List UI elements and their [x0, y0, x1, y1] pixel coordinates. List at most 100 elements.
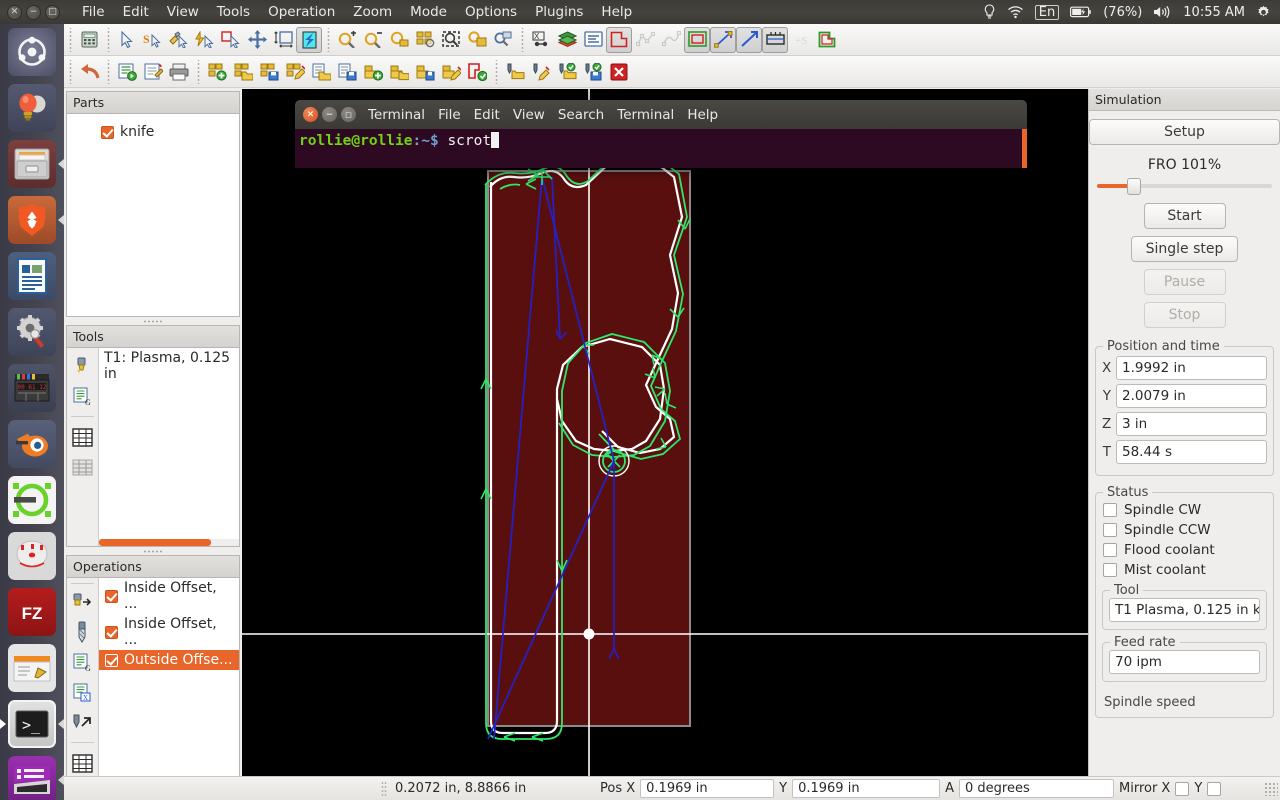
table-icon[interactable] — [67, 748, 97, 778]
pan-button[interactable] — [244, 27, 270, 53]
checkbox-icon[interactable] — [1103, 563, 1117, 577]
launcher-item-system-tools[interactable] — [0, 304, 64, 360]
checkbox-icon[interactable] — [105, 590, 118, 603]
checkbox-icon[interactable] — [105, 626, 118, 639]
open-operation-button[interactable] — [386, 59, 412, 85]
setup-button[interactable]: Setup — [1089, 119, 1280, 145]
edit-script-button[interactable] — [140, 59, 166, 85]
checkbox-icon[interactable] — [101, 126, 114, 139]
x-value[interactable]: 1.9992 in — [1116, 356, 1267, 380]
paint-select-button[interactable] — [166, 27, 192, 53]
tools-horizontal-scrollbar[interactable] — [99, 539, 239, 546]
launcher-item-media-player[interactable] — [0, 752, 64, 800]
launcher-item-video-editor[interactable]: 00 61 12 — [0, 360, 64, 416]
toolbar-row-1[interactable]: S — [64, 24, 1280, 56]
save-part-button[interactable] — [256, 59, 282, 85]
list-item[interactable]: knife — [67, 122, 239, 142]
panel-splitter[interactable] — [66, 547, 240, 555]
close-button[interactable] — [606, 59, 632, 85]
menu-tools[interactable]: Tools — [208, 2, 259, 22]
fro-slider[interactable] — [1097, 179, 1272, 193]
menu-mode[interactable]: Mode — [401, 2, 456, 22]
launcher-item-filezilla[interactable]: FZ — [0, 584, 64, 640]
keyboard-layout-indicator[interactable]: En — [1035, 5, 1059, 20]
parts-list[interactable]: knife — [67, 114, 239, 316]
edit-tool-button[interactable] — [528, 59, 554, 85]
toolbar-grip[interactable] — [67, 60, 74, 84]
print-button[interactable] — [166, 59, 192, 85]
toolbar-grip[interactable] — [105, 60, 112, 84]
terminal-titlebar[interactable]: ✕ − □ Terminal File Edit View Search Ter… — [295, 100, 1027, 129]
field-x[interactable]: X 1.9992 in — [1102, 356, 1267, 380]
toolbar-grip[interactable] — [67, 28, 74, 52]
menu-view[interactable]: View — [158, 2, 208, 22]
list-item[interactable]: Inside Offset, ... — [99, 614, 239, 650]
launcher-item-blender[interactable] — [0, 416, 64, 472]
menu-operation[interactable]: Operation — [259, 2, 344, 22]
menu-options[interactable]: Options — [456, 2, 526, 22]
menu-help[interactable]: Help — [592, 2, 641, 22]
lead-in-button[interactable] — [710, 27, 736, 53]
terminal-menu-terminal[interactable]: Terminal — [368, 107, 425, 123]
contour-button[interactable] — [814, 27, 840, 53]
system-tray[interactable]: En (76%) 10:55 AM — [983, 4, 1280, 20]
wifi-icon[interactable] — [1007, 5, 1024, 19]
launcher-item-file-manager[interactable] — [0, 136, 64, 192]
properties-button[interactable] — [580, 27, 606, 53]
tool-library-button[interactable] — [554, 59, 580, 85]
open-tool-button[interactable] — [502, 59, 528, 85]
outside-offset-button[interactable] — [606, 27, 632, 53]
field-z[interactable]: Z 3 in — [1102, 412, 1267, 436]
pocket-button[interactable] — [684, 27, 710, 53]
menu-plugins[interactable]: Plugins — [526, 2, 592, 22]
edit-operation-button[interactable] — [438, 59, 464, 85]
checkbox-mist-coolant[interactable]: Mist coolant — [1103, 562, 1266, 578]
tool-new-icon[interactable] — [67, 351, 97, 381]
launcher-item-terminal[interactable]: >_ — [0, 696, 64, 752]
terminal-scrollbar[interactable] — [1022, 129, 1027, 168]
toolpath-view-button[interactable]: X — [528, 27, 554, 53]
window-resize-grip[interactable] — [1264, 782, 1278, 796]
terminal-menu-view[interactable]: View — [513, 107, 545, 123]
quick-select-button[interactable] — [192, 27, 218, 53]
y-value[interactable]: 2.0079 in — [1116, 384, 1267, 408]
field-t[interactable]: T 58.44 s — [1102, 440, 1267, 464]
feed-rate-value[interactable]: 70 ipm — [1109, 650, 1260, 674]
tabs-button[interactable] — [762, 27, 788, 53]
toolbar-grip[interactable] — [105, 28, 112, 52]
toolbar-grip[interactable] — [519, 28, 526, 52]
pause-button[interactable]: Pause — [1144, 269, 1226, 295]
lead-icon[interactable] — [67, 707, 97, 737]
polyline-button[interactable] — [632, 27, 658, 53]
import-dxf-button[interactable] — [308, 59, 334, 85]
toolpath-canvas[interactable] — [242, 89, 1088, 777]
checkbox-icon[interactable] — [1103, 523, 1117, 537]
lead-line-button[interactable] — [736, 27, 762, 53]
menu-zoom[interactable]: Zoom — [344, 2, 401, 22]
angle-input[interactable]: 0 degrees — [959, 779, 1114, 798]
menu-bar[interactable]: File Edit View Tools Operation Zoom Mode… — [73, 2, 641, 22]
cam-viewport[interactable] — [242, 89, 1088, 800]
close-icon[interactable]: ✕ — [7, 5, 22, 20]
operations-list[interactable]: Inside Offset, ... Inside Offset, ... Ou… — [99, 578, 239, 799]
tools-side-toolbar[interactable]: G — [67, 348, 99, 546]
volume-icon[interactable] — [1153, 5, 1172, 19]
new-part-button[interactable] — [204, 59, 230, 85]
checkbox-icon[interactable] — [105, 654, 118, 667]
toolbar-grip[interactable] — [493, 60, 500, 84]
measure-button[interactable] — [270, 27, 296, 53]
launcher-item-brave-browser[interactable] — [0, 192, 64, 248]
snap-button[interactable]: +S — [788, 27, 814, 53]
list-item[interactable]: Inside Offset, ... — [99, 578, 239, 614]
unity-launcher[interactable]: 00 61 12 FZ >_ — [0, 24, 64, 800]
terminal-menu-help[interactable]: Help — [687, 107, 718, 123]
checkbox-icon[interactable] — [1103, 503, 1117, 517]
terminal-menu-file[interactable]: File — [438, 107, 461, 123]
terminal-window[interactable]: ✕ − □ Terminal File Edit View Search Ter… — [295, 100, 1027, 168]
status-grip[interactable] — [381, 781, 387, 797]
delete-operation-button[interactable] — [464, 59, 490, 85]
checkbox-spindle-ccw[interactable]: Spindle CCW — [1103, 522, 1266, 538]
z-value[interactable]: 3 in — [1116, 412, 1267, 436]
tool-value[interactable]: T1 Plasma, 0.125 in k — [1109, 598, 1260, 622]
export-button[interactable] — [334, 59, 360, 85]
